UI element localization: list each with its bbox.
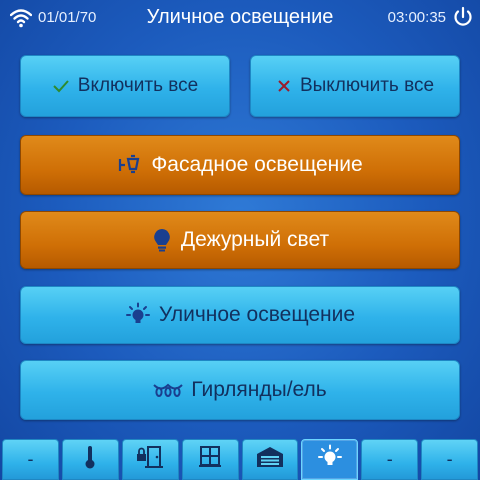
nav-tab-empty-3[interactable]: - <box>421 439 478 480</box>
nav-tab-label: - <box>27 449 34 469</box>
nav-tab-label: - <box>446 449 453 469</box>
street-lighting-label: Уличное освещение <box>158 303 356 326</box>
nav-tab-windows[interactable] <box>181 439 239 480</box>
nav-tab-doors[interactable] <box>121 439 179 480</box>
nav-tab-lighting[interactable] <box>301 439 359 480</box>
nav-tab-climate[interactable] <box>61 439 119 480</box>
bottom-nav: - - - <box>0 436 480 480</box>
duty-light-button[interactable]: Дежурный свет <box>20 211 460 269</box>
nav-tab-garage[interactable] <box>241 439 299 480</box>
garland-icon <box>153 381 183 399</box>
nav-tab-empty-1[interactable]: - <box>2 439 59 480</box>
door-lock-icon <box>135 445 165 474</box>
turn-all-off-button[interactable]: Выключить все <box>250 55 460 117</box>
light-icon <box>317 444 343 475</box>
garland-label: Гирлянды/ель <box>191 378 327 401</box>
facade-lighting-label: Фасадное освещение <box>151 153 363 176</box>
nav-tab-empty-2[interactable]: - <box>361 439 419 480</box>
turn-all-off-label: Выключить все <box>299 75 435 96</box>
status-bar: 01/01/70 Уличное освещение 03:00:35 <box>0 0 480 36</box>
power-icon[interactable] <box>452 6 474 28</box>
garland-button[interactable]: Гирлянды/ель <box>20 360 460 420</box>
thermometer-icon <box>83 444 97 475</box>
garage-icon <box>255 445 285 474</box>
turn-all-on-label: Включить все <box>77 75 199 96</box>
street-lamp-icon <box>125 302 151 328</box>
nav-tab-label: - <box>386 449 393 469</box>
window-icon <box>198 445 222 474</box>
x-icon <box>276 78 292 94</box>
facade-lighting-button[interactable]: Фасадное освещение <box>20 135 460 195</box>
check-icon <box>52 78 70 94</box>
turn-all-on-button[interactable]: Включить все <box>20 55 230 117</box>
duty-light-label: Дежурный свет <box>180 228 330 251</box>
time-text: 03:00:35 <box>387 9 446 26</box>
facade-lamp-icon <box>117 153 143 177</box>
street-lighting-button[interactable]: Уличное освещение <box>20 286 460 344</box>
bulb-icon <box>151 227 173 253</box>
